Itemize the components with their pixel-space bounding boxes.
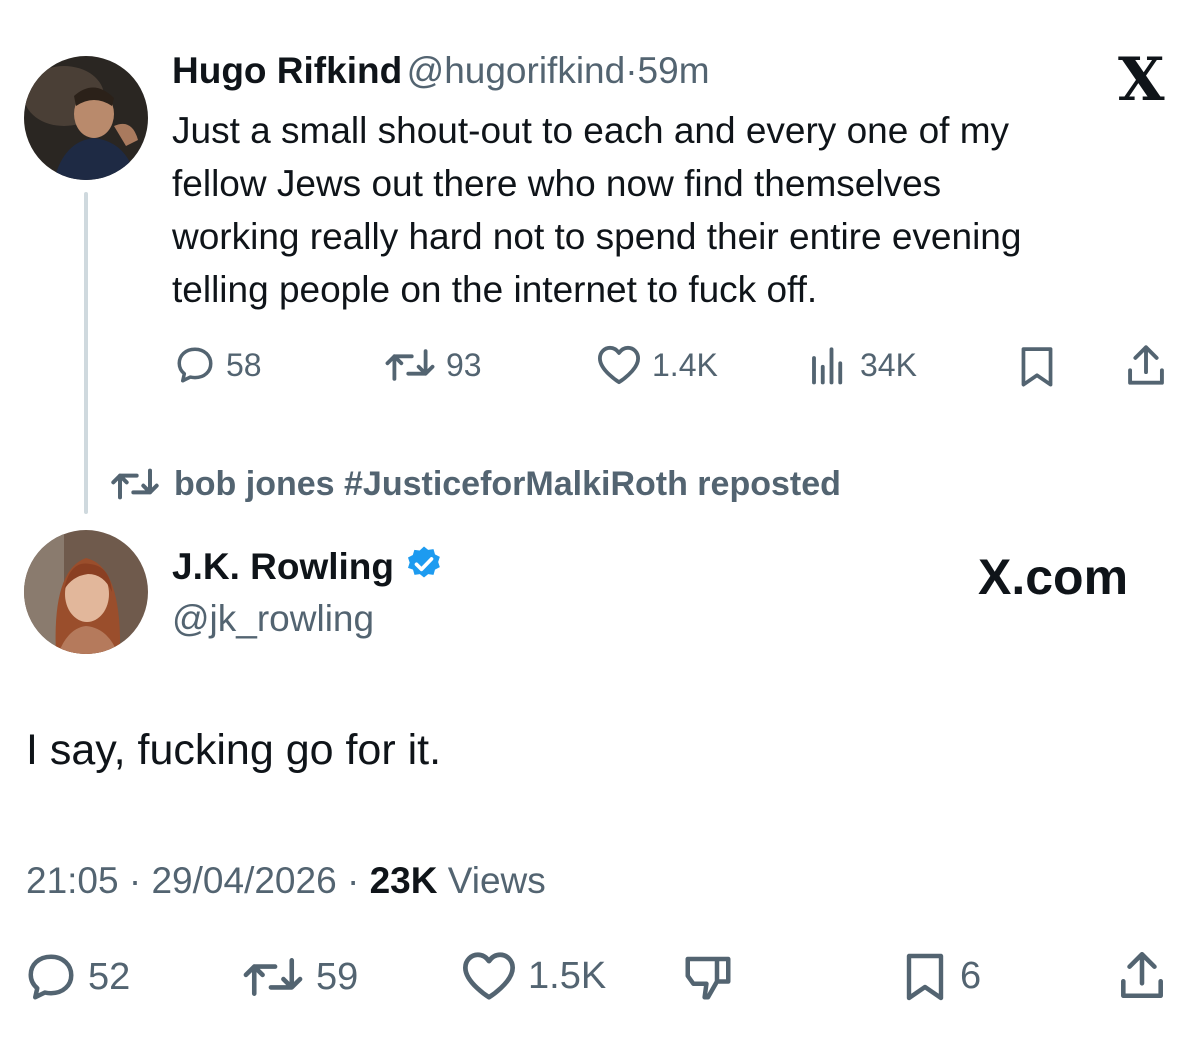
share-icon	[1121, 951, 1163, 999]
repost-count: 93	[446, 346, 482, 383]
bookmark-count: 6	[960, 954, 982, 997]
header-separator: ·	[625, 50, 638, 91]
bookmark-icon	[1021, 347, 1053, 387]
author-name[interactable]: Hugo Rifkind	[172, 50, 402, 91]
tweet-text-line: telling people on the internet to fuck o…	[172, 269, 818, 310]
tweet-metadata: 21:05 · 29/04/2026 · 23K Views	[26, 860, 546, 902]
bookmark-button[interactable]: 6	[900, 950, 981, 1002]
share-icon	[1128, 345, 1164, 385]
x-logo-icon[interactable]: X	[1118, 50, 1165, 110]
repost-count: 59	[316, 955, 359, 998]
avatar-jk-rowling[interactable]	[24, 530, 148, 654]
reply-button[interactable]: 52	[24, 950, 130, 1004]
tweet-text-line: fellow Jews out there who now find thems…	[172, 163, 942, 204]
tweet-time[interactable]: 21:05	[26, 860, 119, 901]
like-icon	[598, 345, 640, 385]
reply-count: 58	[226, 346, 262, 383]
views-label: Views	[447, 860, 546, 901]
share-button[interactable]	[1124, 342, 1168, 393]
reply-icon	[28, 954, 74, 1000]
like-button[interactable]: 1.4K	[596, 344, 718, 386]
main-author-name-row: J.K. Rowling	[172, 544, 444, 589]
author-handle[interactable]: @jk_rowling	[172, 598, 374, 640]
reply-button[interactable]: 58	[174, 344, 262, 386]
like-icon	[463, 952, 515, 1000]
like-button[interactable]: 1.5K	[460, 950, 606, 1002]
views-icon	[812, 347, 843, 385]
repost-notice[interactable]: bob jones #JusticeforMalkiRoth reposted	[110, 464, 841, 504]
author-name[interactable]: J.K. Rowling	[172, 546, 394, 588]
repost-icon	[243, 958, 303, 996]
tweet-text-line: Just a small shout-out to each and every…	[172, 110, 1010, 151]
original-tweet-header: Hugo Rifkind @hugorifkind·59m	[172, 50, 710, 92]
bookmark-icon	[906, 953, 944, 1001]
reply-count: 52	[88, 955, 131, 998]
repost-icon	[111, 468, 159, 500]
views-count: 23K	[369, 860, 438, 901]
dislike-icon	[685, 956, 731, 1000]
meta-separator: ·	[346, 860, 360, 901]
tweet-text-line: working really hard not to spend their e…	[172, 216, 1022, 257]
like-count: 1.4K	[652, 346, 718, 383]
dislike-button[interactable]	[680, 950, 736, 1009]
verified-badge-icon	[404, 544, 444, 589]
like-count: 1.5K	[528, 954, 607, 997]
meta-separator: ·	[128, 860, 142, 901]
views-count: 34K	[860, 346, 917, 383]
views-button[interactable]: 34K	[806, 344, 917, 386]
avatar-hugo-rifkind[interactable]	[24, 56, 148, 180]
bookmark-button[interactable]	[1016, 344, 1058, 393]
share-button[interactable]	[1116, 948, 1168, 1007]
repost-button[interactable]: 59	[240, 952, 358, 1002]
x-com-watermark: X.com	[978, 549, 1129, 605]
repost-notice-text: bob jones #JusticeforMalkiRoth reposted	[174, 464, 841, 503]
repost-icon	[385, 349, 435, 381]
tweet-time[interactable]: 59m	[638, 50, 710, 91]
reply-icon	[177, 347, 213, 383]
repost-button[interactable]: 93	[384, 344, 482, 386]
thread-connector-line	[84, 192, 88, 514]
tweet-date[interactable]: 29/04/2026	[151, 860, 336, 901]
original-tweet-text: Just a small shout-out to each and every…	[172, 104, 1172, 316]
main-tweet-text: I say, fucking go for it.	[26, 726, 442, 774]
author-handle[interactable]: @hugorifkind	[407, 50, 626, 91]
